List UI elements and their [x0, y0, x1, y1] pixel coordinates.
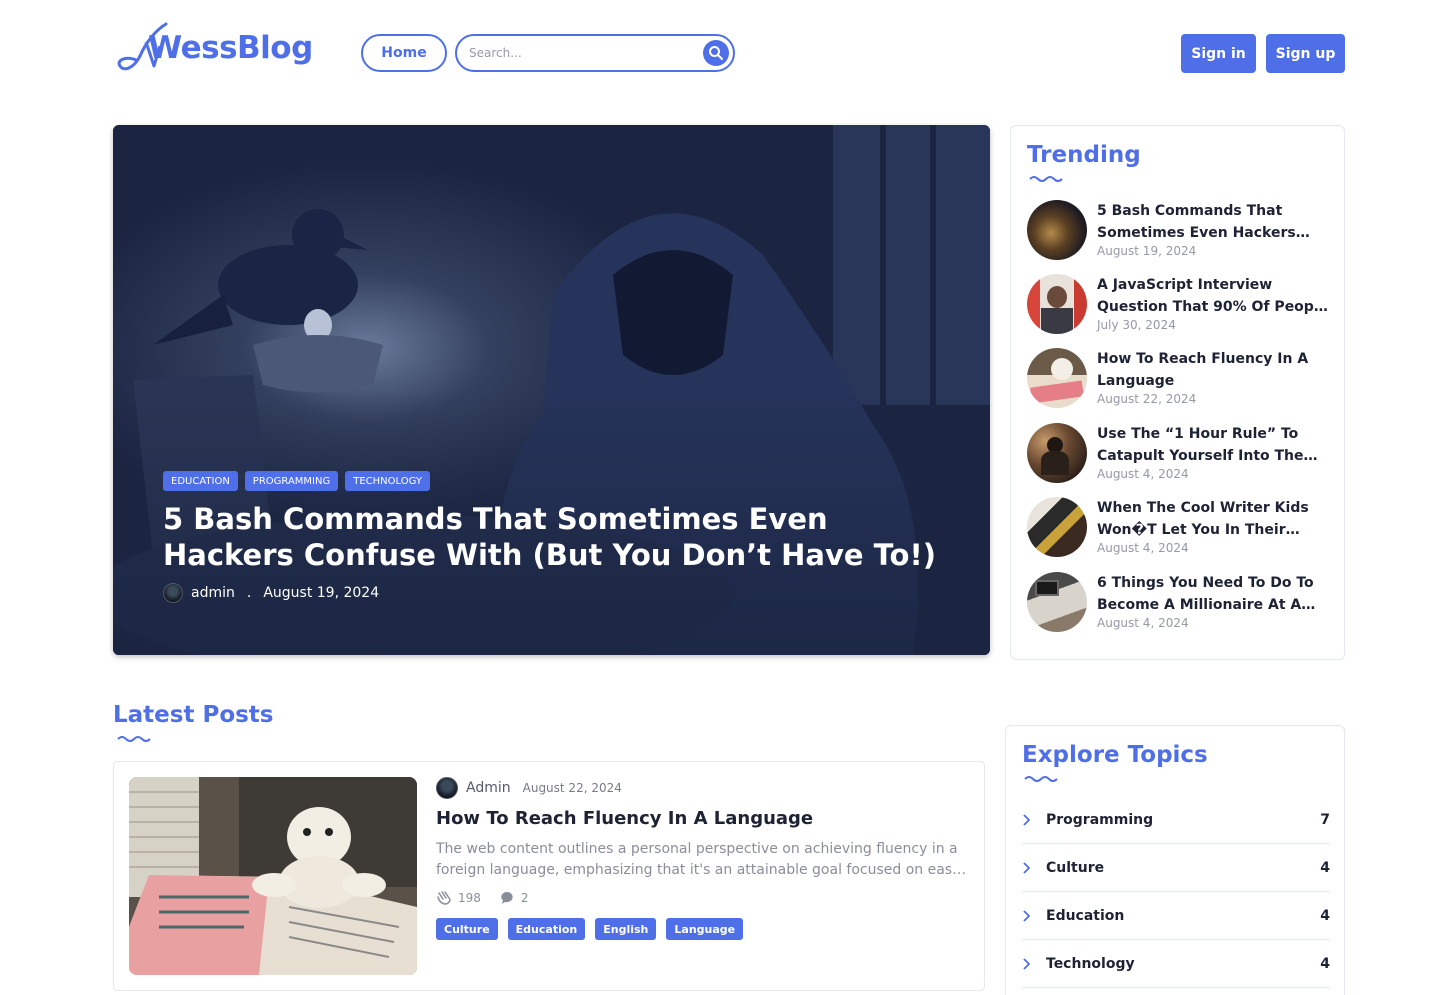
tag-programming[interactable]: PROGRAMMING	[244, 471, 339, 491]
trending-thumbnail	[1027, 497, 1087, 557]
tag-technology[interactable]: TECHNOLOGY	[345, 471, 430, 491]
topic-item-programming[interactable]: Programming 7	[1022, 796, 1330, 844]
topic-count: 4	[1320, 907, 1330, 924]
search-bar	[455, 34, 735, 72]
post-author[interactable]: Admin	[466, 780, 511, 796]
home-button[interactable]: Home	[361, 34, 447, 72]
trending-thumbnail	[1027, 200, 1087, 260]
latest-posts-heading: Latest Posts	[113, 702, 274, 728]
topic-count: 4	[1320, 955, 1330, 972]
tag-education[interactable]: Education	[507, 918, 586, 940]
author-name[interactable]: admin	[191, 585, 235, 601]
chevron-right-icon	[1022, 957, 1046, 970]
trending-item-title[interactable]: How To Reach Fluency In A Language	[1097, 348, 1329, 392]
trending-item-date: August 22, 2024	[1097, 392, 1197, 406]
quill-logo-icon	[117, 22, 168, 71]
trending-item[interactable]: Use The “1 Hour Rule” To Catapult Yourse…	[1027, 423, 1337, 487]
post-meta: Admin August 22, 2024	[436, 777, 622, 799]
topic-item-education[interactable]: Education 4	[1022, 892, 1330, 940]
comment-icon	[501, 891, 513, 904]
comment-count: 2	[520, 891, 529, 905]
topic-item-culture[interactable]: Culture 4	[1022, 844, 1330, 892]
trending-thumbnail	[1027, 274, 1087, 334]
trending-item-title[interactable]: When The Cool Writer Kids Won�T Let You …	[1097, 497, 1329, 541]
trending-item-title[interactable]: 6 Things You Need To Do To Become A Mill…	[1097, 572, 1329, 616]
trending-item[interactable]: 6 Things You Need To Do To Become A Mill…	[1027, 572, 1337, 636]
tag-language[interactable]: Language	[666, 918, 744, 940]
trending-item-date: August 4, 2024	[1097, 467, 1189, 481]
trending-item-title[interactable]: 5 Bash Commands That Sometimes Even Hack…	[1097, 200, 1329, 244]
trending-item[interactable]: When The Cool Writer Kids Won�T Let You …	[1027, 497, 1337, 561]
meta-separator: .	[246, 585, 252, 601]
tag-education[interactable]: EDUCATION	[163, 471, 238, 491]
search-icon	[709, 46, 723, 60]
trending-item-date: August 4, 2024	[1097, 616, 1189, 630]
post-tags: Culture Education English Language	[436, 918, 744, 940]
featured-post-image	[113, 125, 990, 655]
trending-item-date: July 30, 2024	[1097, 318, 1176, 332]
trending-panel: Trending 5 Bash Commands That Sometimes …	[1010, 125, 1345, 660]
post-date: August 22, 2024	[522, 781, 622, 795]
topic-name: Technology	[1046, 955, 1135, 972]
chevron-right-icon	[1022, 813, 1046, 826]
trending-thumbnail	[1027, 423, 1087, 483]
topic-name: Culture	[1046, 859, 1105, 876]
post-date: August 19, 2024	[263, 585, 380, 601]
post-thumbnail-image	[129, 777, 417, 975]
sign-up-button[interactable]: Sign up	[1266, 34, 1345, 73]
search-button[interactable]	[703, 40, 729, 66]
explore-topics-heading: Explore Topics	[1022, 742, 1208, 768]
site-logo[interactable]: WessBlog	[116, 22, 313, 74]
tag-culture[interactable]: Culture	[436, 918, 498, 940]
topic-item-technology[interactable]: Technology 4	[1022, 940, 1330, 988]
post-thumbnail[interactable]	[129, 777, 417, 975]
trending-item[interactable]: How To Reach Fluency In A Language Augus…	[1027, 348, 1337, 412]
trending-item-date: August 19, 2024	[1097, 244, 1197, 258]
site-name: WessBlog	[148, 30, 313, 66]
post-excerpt: The web content outlines a personal pers…	[436, 841, 961, 878]
chevron-right-icon	[1022, 861, 1046, 874]
tag-english[interactable]: English	[595, 918, 657, 940]
squiggle-underline-icon	[1029, 176, 1063, 182]
featured-post-title[interactable]: 5 Bash Commands That Sometimes Even Hack…	[163, 501, 963, 573]
trending-thumbnail	[1027, 572, 1087, 632]
sign-in-button[interactable]: Sign in	[1181, 34, 1256, 73]
post-title[interactable]: How To Reach Fluency In A Language	[436, 808, 813, 829]
trending-item[interactable]: 5 Bash Commands That Sometimes Even Hack…	[1027, 200, 1337, 264]
squiggle-underline-icon	[1024, 776, 1058, 782]
trending-thumbnail	[1027, 348, 1087, 408]
explore-topics-panel: Explore Topics Programming 7 Culture 4 E…	[1005, 725, 1345, 995]
author-avatar	[163, 583, 183, 603]
clap-icon	[437, 891, 451, 905]
chevron-right-icon	[1022, 909, 1046, 922]
squiggle-underline-icon	[117, 736, 151, 742]
author-avatar	[436, 777, 458, 799]
featured-post-meta: admin . August 19, 2024	[163, 583, 379, 603]
search-input[interactable]	[469, 43, 694, 63]
trending-item-title[interactable]: Use The “1 Hour Rule” To Catapult Yourse…	[1097, 423, 1329, 467]
trending-item[interactable]: A JavaScript Interview Question That 90%…	[1027, 274, 1337, 338]
trending-item-title[interactable]: A JavaScript Interview Question That 90%…	[1097, 274, 1329, 318]
topic-name: Education	[1046, 907, 1125, 924]
trending-item-date: August 4, 2024	[1097, 541, 1189, 555]
topic-name: Programming	[1046, 811, 1154, 828]
trending-heading: Trending	[1027, 142, 1141, 168]
topic-count: 7	[1320, 811, 1330, 828]
post-stats: 198 2	[436, 891, 529, 905]
topic-count: 4	[1320, 859, 1330, 876]
site-header: WessBlog Home Sign in Sign up	[0, 0, 1446, 100]
featured-post[interactable]: EDUCATION PROGRAMMING TECHNOLOGY 5 Bash …	[113, 125, 990, 655]
post-card: Admin August 22, 2024 How To Reach Fluen…	[113, 761, 985, 991]
featured-post-tags: EDUCATION PROGRAMMING TECHNOLOGY	[163, 471, 430, 491]
clap-count: 198	[458, 891, 481, 905]
